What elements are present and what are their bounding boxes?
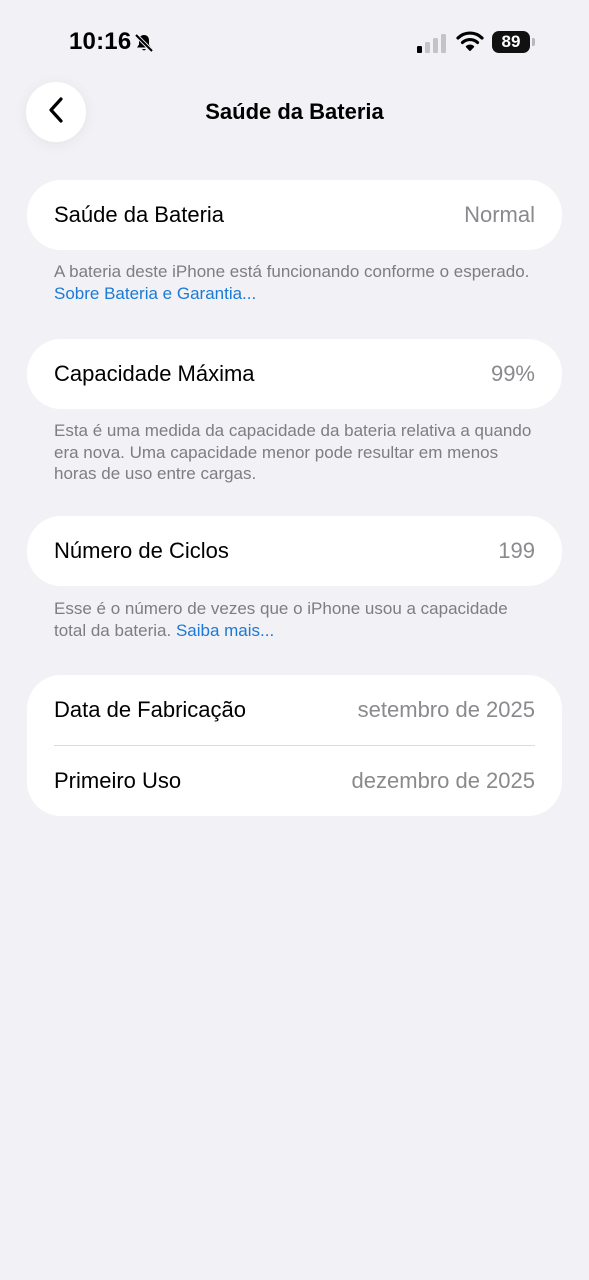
battery-warranty-link[interactable]: Sobre Bateria e Garantia... xyxy=(54,284,256,303)
status-bar: 10:16 89 xyxy=(0,0,589,88)
learn-more-link[interactable]: Saiba mais... xyxy=(176,621,274,640)
battery-health-label: Saúde da Bateria xyxy=(54,202,225,227)
cycle-count-value: 199 xyxy=(498,538,535,563)
first-use-label: Primeiro Uso xyxy=(54,768,182,793)
battery-health-value: Normal xyxy=(464,202,535,227)
first-use-row: Primeiro Uso dezembro de 2025 xyxy=(27,746,562,816)
manufacture-date-row: Data de Fabricação setembro de 2025 xyxy=(27,675,562,745)
cycle-count-row: Número de Ciclos 199 xyxy=(27,516,562,586)
cycle-count-footnote: Esse é o número de vezes que o iPhone us… xyxy=(54,598,544,641)
manufacture-date-label: Data de Fabricação xyxy=(54,697,246,722)
first-use-value: dezembro de 2025 xyxy=(351,768,535,793)
page-title: Saúde da Bateria xyxy=(205,99,384,124)
bell-slash-icon xyxy=(133,32,155,54)
maximum-capacity-label: Capacidade Máxima xyxy=(54,361,255,386)
maximum-capacity-value: 99% xyxy=(490,361,535,386)
battery-cap xyxy=(532,38,535,46)
battery-level: 89 xyxy=(492,31,530,53)
cellular-signal-icon xyxy=(417,33,449,53)
battery-health-card: Saúde da Bateria Normal xyxy=(27,180,562,250)
cycle-count-footnote-text: Esse é o número de vezes que o iPhone us… xyxy=(54,599,508,640)
status-time: 10:16 xyxy=(69,28,132,55)
dates-card: Data de Fabricação setembro de 2025 Prim… xyxy=(27,675,562,816)
wifi-icon xyxy=(456,30,484,52)
cycle-count-label: Número de Ciclos xyxy=(54,538,229,563)
battery-health-footnote: A bateria deste iPhone está funcionando … xyxy=(54,261,544,304)
battery-icon: 89 xyxy=(492,31,538,55)
battery-health-row[interactable]: Saúde da Bateria Normal xyxy=(27,180,562,250)
maximum-capacity-footnote: Esta é uma medida da capacidade da bater… xyxy=(54,421,532,483)
manufacture-date-value: setembro de 2025 xyxy=(357,697,535,722)
cycle-count-card: Número de Ciclos 199 xyxy=(27,516,562,586)
maximum-capacity-row: Capacidade Máxima 99% xyxy=(27,339,562,409)
maximum-capacity-card: Capacidade Máxima 99% xyxy=(27,339,562,409)
battery-health-footnote-text: A bateria deste iPhone está funcionando … xyxy=(54,262,530,281)
